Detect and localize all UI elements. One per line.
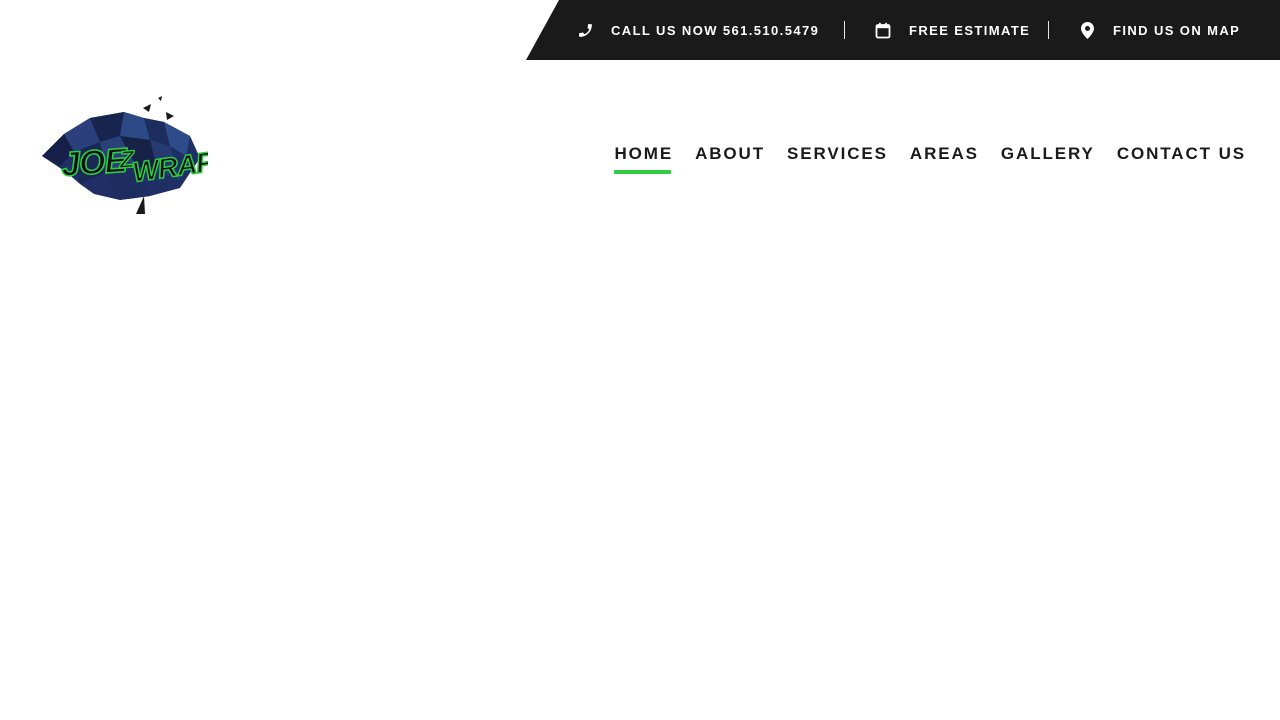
free-estimate-link[interactable]: FREE ESTIMATE	[874, 0, 1030, 60]
nav-item-home[interactable]: HOME	[614, 138, 673, 174]
nav-item-contact-us[interactable]: CONTACT US	[1117, 138, 1246, 174]
free-estimate-label: FREE ESTIMATE	[909, 22, 1031, 38]
nav-item-gallery[interactable]: GALLERY	[1001, 138, 1095, 174]
topbar-divider	[1048, 21, 1049, 39]
site-logo[interactable]: JOE Z WRAPS	[40, 96, 235, 216]
find-us-on-map-label: FIND US ON MAP	[1113, 22, 1241, 38]
map-pin-icon	[1078, 21, 1096, 39]
calendar-icon	[874, 21, 892, 39]
phone-icon	[576, 21, 594, 39]
call-us-link[interactable]: CALL US NOW 561.510.5479	[576, 0, 819, 60]
main-navigation: HOME ABOUT SERVICES AREAS GALLERY CONTAC…	[614, 138, 1246, 174]
nav-item-areas[interactable]: AREAS	[910, 138, 979, 174]
nav-item-about[interactable]: ABOUT	[695, 138, 765, 174]
top-utility-bar: CALL US NOW 561.510.5479 FREE ESTIMATE F…	[526, 0, 1280, 60]
find-us-on-map-link[interactable]: FIND US ON MAP	[1078, 0, 1240, 60]
call-us-label: CALL US NOW 561.510.5479	[611, 22, 820, 38]
bear-logo-icon: JOE Z WRAPS	[42, 96, 235, 214]
topbar-divider	[844, 21, 845, 39]
nav-item-services[interactable]: SERVICES	[787, 138, 888, 174]
page: CALL US NOW 561.510.5479 FREE ESTIMATE F…	[0, 0, 1280, 720]
